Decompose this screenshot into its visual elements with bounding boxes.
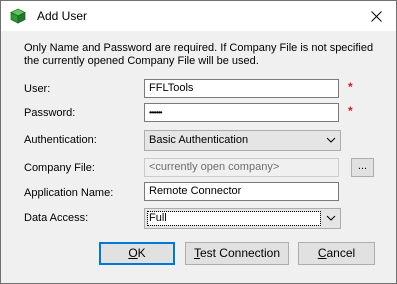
ok-mnemonic: O <box>128 246 138 260</box>
add-user-dialog: Add User Only Name and Password are requ… <box>0 0 397 284</box>
data-access-value: Full <box>147 211 321 226</box>
data-access-dropdown[interactable]: Full <box>144 208 341 229</box>
title-bar[interactable]: Add User <box>1 1 396 31</box>
cancel-button[interactable]: Cancel <box>298 242 375 265</box>
test-label-rest: est Connection <box>199 246 281 260</box>
user-input[interactable]: FFLTools <box>144 79 339 98</box>
authentication-value: Basic Authentication <box>149 134 249 146</box>
ok-label-rest: K <box>137 246 146 260</box>
company-file-label: Company File: <box>24 162 95 174</box>
application-name-input[interactable]: Remote Connector <box>144 182 339 201</box>
browse-company-file-button[interactable]: ... <box>351 158 374 177</box>
app-cube-icon <box>10 8 26 24</box>
close-icon <box>370 10 382 22</box>
authentication-label: Authentication: <box>24 134 97 146</box>
test-connection-button[interactable]: Test Connection <box>185 242 289 265</box>
data-access-label: Data Access: <box>24 212 89 224</box>
chevron-down-icon <box>326 137 336 143</box>
instructions-text: Only Name and Password are required. If … <box>24 42 374 67</box>
user-required-marker: * <box>348 80 353 94</box>
application-name-label: Application Name: <box>24 187 114 199</box>
cancel-label-rest: ancel <box>326 246 356 260</box>
password-input[interactable]: ••••••• <box>144 103 339 122</box>
user-label: User: <box>24 83 51 95</box>
ok-button[interactable]: OK <box>99 242 175 265</box>
window-title: Add User <box>37 9 88 23</box>
password-label: Password: <box>24 107 76 119</box>
authentication-dropdown[interactable]: Basic Authentication <box>144 130 341 151</box>
company-file-input: <currently open company> <box>144 158 339 177</box>
close-button[interactable] <box>356 1 396 31</box>
password-required-marker: * <box>348 104 353 118</box>
chevron-down-icon <box>326 215 336 221</box>
